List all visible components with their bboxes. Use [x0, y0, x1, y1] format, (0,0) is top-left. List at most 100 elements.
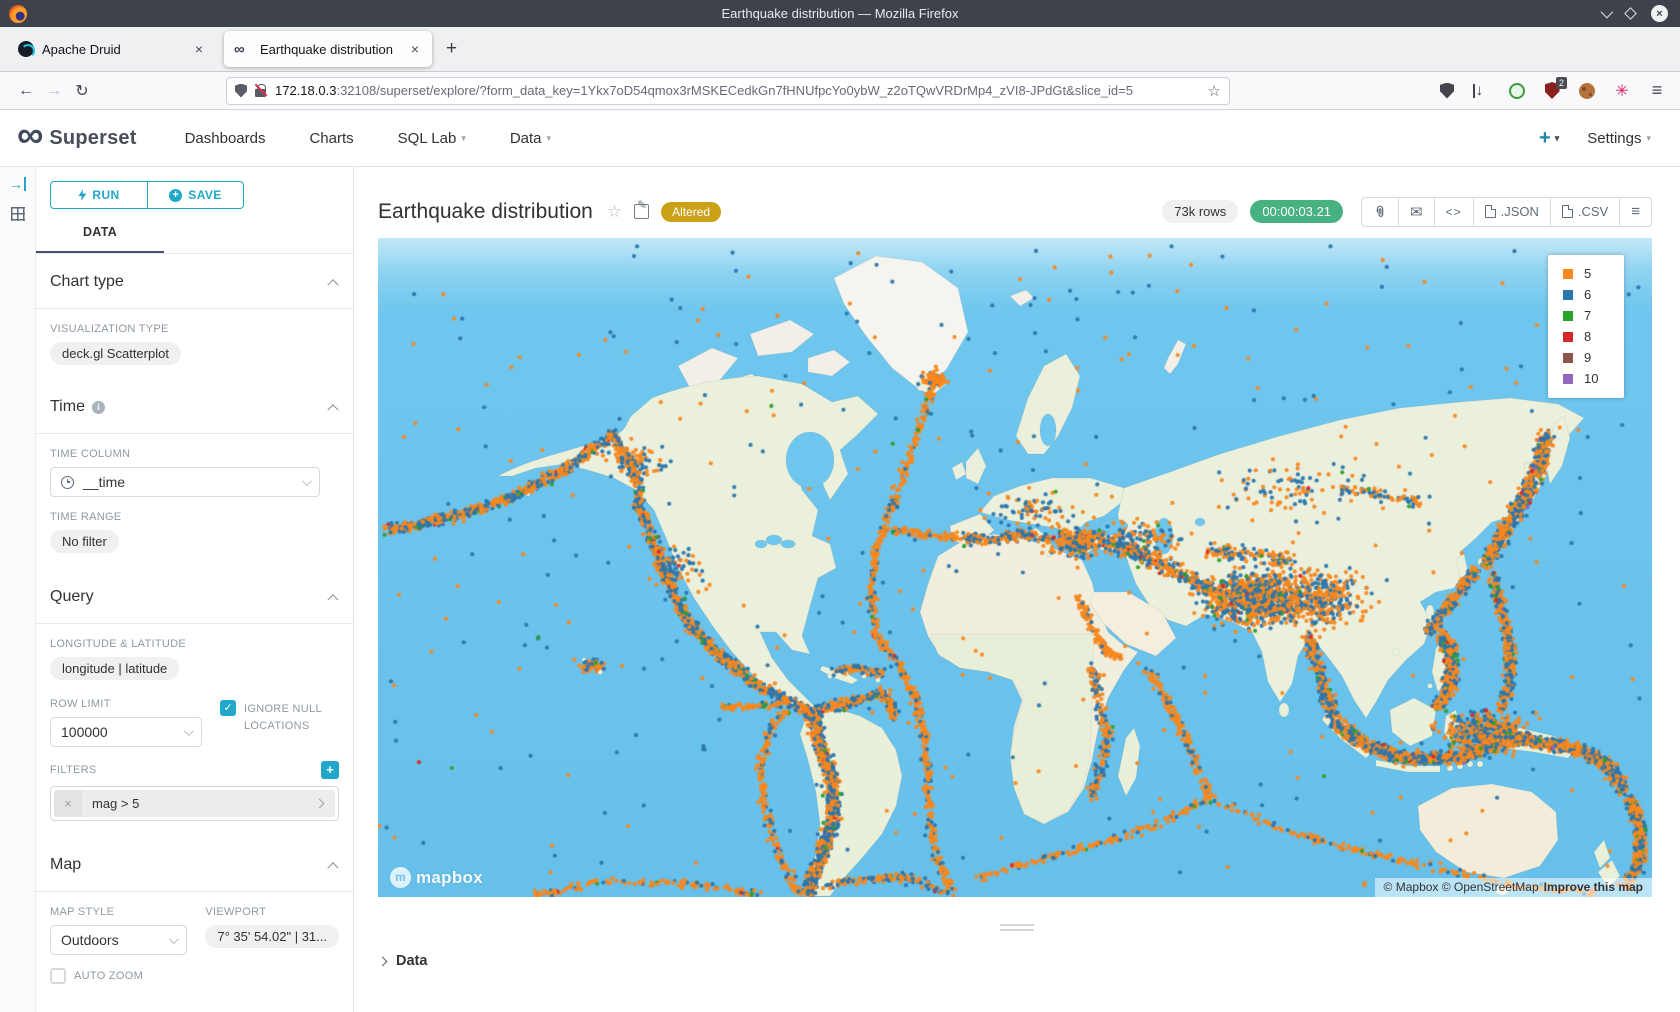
- expand-panel-icon[interactable]: →: [9, 177, 26, 191]
- collapsed-datasource-strip: →: [0, 167, 36, 1012]
- tab-label: Earthquake distribution: [260, 42, 400, 57]
- time-column-label: TIME COLUMN: [50, 448, 339, 460]
- export-json-button[interactable]: .JSON: [1473, 198, 1550, 226]
- dataset-grid-icon[interactable]: [11, 207, 25, 221]
- close-tab-icon[interactable]: ×: [408, 41, 422, 57]
- ublock-badge: 2: [1556, 77, 1567, 89]
- mapbox-logo-icon: m: [390, 867, 411, 888]
- new-tab-button[interactable]: +: [446, 38, 457, 60]
- ublock-icon[interactable]: 2: [1541, 80, 1563, 102]
- nav-dashboards[interactable]: Dashboards: [185, 130, 266, 147]
- tracking-shield-icon[interactable]: [235, 84, 247, 98]
- section-time[interactable]: Time i: [50, 379, 339, 433]
- run-button[interactable]: RUN: [50, 181, 147, 209]
- new-item-button[interactable]: + ▾: [1539, 127, 1559, 150]
- section-point-size[interactable]: Point Size: [50, 995, 339, 1012]
- scatter-layer[interactable]: [378, 238, 1652, 897]
- attribution-text[interactable]: © Mapbox © OpenStreetMap: [1384, 880, 1539, 894]
- row-limit-select[interactable]: 100000: [50, 717, 202, 747]
- legend-entry: 6: [1563, 287, 1624, 302]
- url-path: :32108/superset/explore/?form_data_key=1…: [336, 83, 1199, 98]
- settings-menu[interactable]: Settings ▾: [1587, 130, 1651, 147]
- forward-button[interactable]: →: [40, 82, 68, 100]
- legend-entry: 8: [1563, 329, 1624, 344]
- row-limit-label: ROW LIMIT: [50, 698, 202, 710]
- lonlat-label: LONGITUDE & LATITUDE: [50, 638, 339, 650]
- lonlat-value[interactable]: longitude | latitude: [50, 657, 179, 680]
- deckgl-scatter-map[interactable]: 5678910 m mapbox © Mapbox © OpenStreetMa…: [378, 238, 1652, 897]
- nav-sql-lab[interactable]: SQL Lab ▾: [398, 130, 466, 147]
- url-bar[interactable]: 172.18.0.3 :32108/superset/explore/?form…: [226, 77, 1230, 105]
- map-attribution: © Mapbox © OpenStreetMap Improve this ma…: [1375, 878, 1652, 897]
- add-filter-button[interactable]: +: [321, 761, 339, 779]
- legend-swatch: [1563, 311, 1573, 321]
- export-csv-button[interactable]: .CSV: [1550, 198, 1619, 226]
- maximize-icon[interactable]: [1624, 7, 1637, 20]
- panel-drag-handle[interactable]: [1000, 924, 1034, 931]
- tab-earthquake-distribution[interactable]: ∞ Earthquake distribution ×: [224, 31, 432, 67]
- section-map[interactable]: Map: [50, 837, 339, 891]
- chevron-up-icon: [327, 404, 338, 415]
- viewport-value[interactable]: 7° 35' 54.02" | 31...: [205, 925, 339, 948]
- legend-swatch: [1563, 332, 1573, 342]
- cookie-extension-icon[interactable]: [1576, 80, 1598, 102]
- legend-label: 7: [1584, 308, 1591, 323]
- filters-label: FILTERS: [50, 764, 97, 776]
- tab-data[interactable]: DATA: [36, 225, 164, 253]
- pocket-shield-icon[interactable]: [1436, 80, 1458, 102]
- copy-link-button[interactable]: [1362, 198, 1398, 226]
- chevron-down-icon: [184, 726, 194, 736]
- remove-filter-icon[interactable]: ×: [54, 790, 82, 817]
- tab-label: Apache Druid: [42, 42, 184, 57]
- downloads-icon[interactable]: →: [1471, 80, 1493, 102]
- minimize-icon[interactable]: [1601, 6, 1614, 19]
- code-icon: <>: [1446, 205, 1462, 219]
- nav-data[interactable]: Data ▾: [510, 130, 551, 147]
- menu-icon[interactable]: ≡: [1646, 80, 1668, 102]
- back-button[interactable]: ←: [12, 82, 40, 100]
- improve-map-link[interactable]: Improve this map: [1544, 880, 1643, 894]
- map-style-select[interactable]: Outdoors: [50, 925, 187, 955]
- superset-favicon-icon: ∞: [234, 41, 252, 58]
- email-button[interactable]: ✉: [1398, 198, 1434, 226]
- auto-zoom-checkbox[interactable]: [50, 968, 66, 984]
- privacy-extension-icon[interactable]: [1506, 80, 1528, 102]
- legend-swatch: [1563, 374, 1573, 384]
- favorite-star-icon[interactable]: ☆: [607, 202, 622, 222]
- time-range-label: TIME RANGE: [50, 511, 339, 523]
- chevron-down-icon: ▾: [1646, 133, 1651, 144]
- data-panel-toggle[interactable]: Data: [354, 953, 1680, 969]
- filters-control: × mag > 5: [50, 786, 339, 821]
- map-legend: 5678910: [1548, 255, 1624, 398]
- chart-menu-button[interactable]: ≡: [1619, 198, 1651, 226]
- time-range-value[interactable]: No filter: [50, 530, 119, 553]
- superset-logo-icon: ∞: [17, 120, 43, 150]
- window-titlebar: Earthquake distribution — Mozilla Firefo…: [0, 0, 1680, 27]
- extension-spark-icon[interactable]: ✳: [1611, 80, 1633, 102]
- tab-apache-druid[interactable]: Apache Druid ×: [8, 31, 216, 67]
- query-timer-badge: 00:00:03.21: [1250, 200, 1343, 223]
- edit-properties-icon[interactable]: [634, 204, 649, 219]
- altered-badge[interactable]: Altered: [661, 202, 721, 222]
- paperclip-icon: [1373, 205, 1387, 219]
- close-window-icon[interactable]: ×: [1651, 5, 1668, 22]
- legend-entry: 9: [1563, 350, 1624, 365]
- chevron-down-icon: [169, 934, 179, 944]
- reload-button[interactable]: ↻: [68, 81, 96, 101]
- close-tab-icon[interactable]: ×: [192, 41, 206, 57]
- bookmark-star-icon[interactable]: ☆: [1200, 82, 1221, 100]
- mapbox-logo[interactable]: m mapbox: [390, 867, 483, 888]
- row-count-badge: 73k rows: [1162, 200, 1238, 223]
- ignore-null-checkbox[interactable]: ✓: [220, 700, 236, 716]
- viz-type-value[interactable]: deck.gl Scatterplot: [50, 342, 181, 365]
- section-query[interactable]: Query: [50, 569, 339, 623]
- insecure-lock-icon[interactable]: [255, 84, 266, 97]
- filter-item[interactable]: × mag > 5: [54, 790, 335, 817]
- section-chart-type[interactable]: Chart type: [50, 254, 339, 308]
- time-column-select[interactable]: __time: [50, 467, 320, 497]
- save-button[interactable]: + SAVE: [147, 181, 244, 209]
- superset-logo[interactable]: ∞ Superset: [17, 126, 137, 150]
- chart-area: Earthquake distribution ☆ Altered 73k ro…: [354, 167, 1680, 1012]
- embed-code-button[interactable]: <>: [1434, 198, 1473, 226]
- nav-charts[interactable]: Charts: [309, 130, 353, 147]
